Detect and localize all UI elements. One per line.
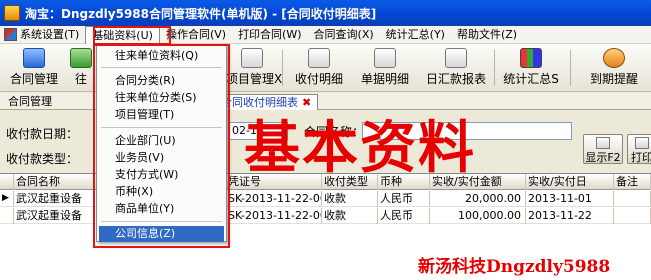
report-icon [445, 48, 467, 68]
toolbar-daily-report-button[interactable]: 日汇款报表 [422, 46, 490, 90]
current-row-icon: ▶ [0, 191, 14, 207]
cell-type: 收款 [322, 208, 378, 224]
bill-icon [374, 48, 396, 68]
folder-icon [70, 48, 92, 68]
close-icon[interactable]: ✖ [302, 96, 311, 109]
type-label: 收付款类型： [6, 152, 79, 166]
show-button[interactable]: 显示F2 [583, 134, 623, 164]
menu-item-contract-category[interactable]: 合同分类(R) [115, 73, 175, 89]
cell-date: 2013-11-01 [526, 191, 614, 207]
printer-icon [635, 137, 649, 149]
menu-item-payment-method[interactable]: 支付方式(W) [115, 167, 178, 183]
row-indicator [0, 208, 14, 224]
toolbar-due-reminder-button[interactable]: 到期提醒 [584, 46, 644, 90]
menu-contract-query[interactable]: 合同查询(X) [308, 26, 380, 44]
cell-voucher: SK-2013-11-22-000 [226, 208, 322, 224]
cell-type: 收款 [322, 191, 378, 207]
cell-voucher: SK-2013-11-22-000 [226, 191, 322, 207]
cell-currency: 人民币 [378, 208, 430, 224]
toolbar-contract-management-button[interactable]: 合同管理 [4, 46, 64, 90]
menu-item-project-management[interactable]: 项目管理(T) [115, 107, 174, 123]
tab-payment-detail[interactable]: 合同收付明细表 ✖ [214, 94, 319, 110]
project-icon [241, 48, 263, 68]
payment-icon [308, 48, 330, 68]
basic-data-dropdown: 往来单位资料(Q) 合同分类(R) 往来单位分类(S) 项目管理(T) 企业部门… [96, 44, 227, 242]
menu-separator [101, 67, 222, 68]
toolbar-payment-detail-button[interactable]: 收付明细 [290, 46, 348, 90]
toolbar-separator [494, 50, 495, 86]
column-header[interactable]: 实收/实付日 [526, 174, 614, 190]
cell-note [614, 191, 651, 207]
menu-help[interactable]: 帮助文件(Z) [451, 26, 523, 44]
app-icon [4, 5, 20, 21]
cell-amount: 100,000.00 [430, 208, 526, 224]
menu-operate-contract[interactable]: 操作合同(V) [160, 26, 232, 44]
annotation-big-text: 基本资料 [244, 115, 476, 181]
tab-contract-management[interactable]: 合同管理 [2, 94, 58, 110]
menu-separator [101, 221, 222, 222]
column-header[interactable]: 备注 [614, 174, 651, 190]
alarm-icon [603, 48, 625, 68]
menu-basic-data[interactable]: 基础资料(U) [85, 25, 160, 44]
menu-system-settings[interactable]: 系统设置(T) [0, 26, 85, 44]
cell-currency: 人民币 [378, 191, 430, 207]
toolbar-partner-button[interactable]: 往 [68, 46, 94, 90]
menu-statistics[interactable]: 统计汇总(Y) [380, 26, 451, 44]
menu-separator [101, 127, 222, 128]
menu-item-department[interactable]: 企业部门(U) [115, 133, 176, 149]
window-title-bar: 淘宝：Dngzdly5988合同管理软件(单机版) - [合同收付明细表] [0, 0, 651, 26]
menu-item-product-unit[interactable]: 商品单位(Y) [115, 201, 174, 217]
menu-item-currency[interactable]: 币种(X) [115, 184, 153, 200]
menu-item-salesperson[interactable]: 业务员(V) [115, 150, 164, 166]
menu-bar: 系统设置(T) 基础资料(U) 操作合同(V) 打印合同(W) 合同查询(X) … [0, 25, 651, 44]
cell-note [614, 208, 651, 224]
window-title: 淘宝：Dngzdly5988合同管理软件(单机版) - [合同收付明细表] [25, 6, 377, 21]
document-icon [23, 48, 45, 68]
date-label: 收付款日期： [6, 127, 79, 141]
menu-item-company-info[interactable]: 公司信息(Z) [99, 226, 224, 242]
watermark-text: 新汤科技Dngzdly5988 [418, 257, 611, 277]
chart-icon [520, 48, 542, 68]
toolbar-separator [570, 50, 571, 86]
cell-amount: 20,000.00 [430, 191, 526, 207]
toolbar-separator [282, 50, 283, 86]
toolbar-project-management-button[interactable]: 项目管理X [226, 46, 282, 90]
menu-print-contract[interactable]: 打印合同(W) [232, 26, 307, 44]
cell-date: 2013-11-22 [526, 208, 614, 224]
menu-item-partner-info[interactable]: 往来单位资料(Q) [115, 48, 198, 64]
toolbar-bill-detail-button[interactable]: 单据明细 [356, 46, 414, 90]
row-indicator-header [0, 174, 14, 190]
print-button[interactable]: 打印 [627, 134, 651, 164]
toolbar-statistics-button[interactable]: 统计汇总S [500, 46, 562, 90]
menu-item-partner-category[interactable]: 往来单位分类(S) [115, 90, 197, 106]
system-icon [4, 28, 17, 41]
show-icon [596, 137, 610, 149]
